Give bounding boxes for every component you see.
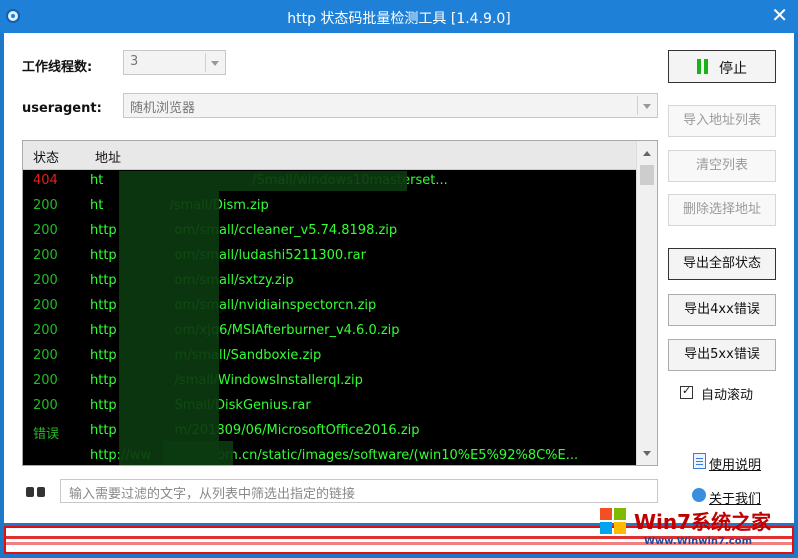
main-panel: 工作线程数: 3 useragent: 随机浏览器 状态 地址 404ht /S…	[4, 33, 794, 523]
row-status: 200	[33, 223, 58, 238]
filter-input[interactable]: 输入需要过滤的文字，从列表中筛选出指定的链接	[60, 479, 658, 503]
column-url[interactable]: 地址	[95, 147, 121, 166]
row-status: 200	[33, 348, 58, 363]
binoculars-icon	[26, 484, 46, 498]
row-status: 200	[33, 198, 58, 213]
list-row[interactable]: 200 http Small/DiskGenius.rar	[23, 394, 637, 419]
delete-selected-button[interactable]: 删除选择地址	[668, 194, 776, 226]
scroll-down-arrow[interactable]	[637, 443, 657, 463]
export-5xx-button[interactable]: 导出5xx错误	[668, 339, 776, 371]
import-list-button[interactable]: 导入地址列表	[668, 105, 776, 137]
scroll-thumb[interactable]	[640, 165, 654, 185]
row-status: 200	[33, 273, 58, 288]
list-row[interactable]: 200 http /small/WindowsInstallerql.zip	[23, 369, 637, 394]
list-rows: 404ht /Small/windows10masterset...200ht …	[23, 169, 637, 465]
useragent-select[interactable]: 随机浏览器	[123, 93, 658, 118]
list-header: 状态 地址	[23, 141, 637, 170]
row-status: 404	[33, 173, 58, 188]
row-status: 200	[33, 398, 58, 413]
title-bar: http 状态码批量检测工具 [1.4.9.0] ✕	[0, 0, 798, 33]
list-row[interactable]: 200 http om/small/sxtzy.zip	[23, 269, 637, 294]
list-row[interactable]: 错误 http m/201809/06/MicrosoftOffice2016.z…	[23, 419, 637, 444]
chevron-down-icon[interactable]	[637, 96, 655, 115]
url-list[interactable]: 状态 地址 404ht /Small/windows10masterset...…	[22, 140, 658, 466]
globe-icon	[692, 488, 706, 502]
scroll-up-arrow[interactable]	[637, 143, 657, 163]
auto-scroll-label: 自动滚动	[701, 388, 754, 403]
chevron-down-icon[interactable]	[205, 53, 223, 72]
close-button[interactable]: ✕	[771, 5, 788, 25]
auto-scroll-checkbox[interactable]	[680, 384, 693, 399]
row-status: 200	[33, 298, 58, 313]
export-all-button[interactable]: 导出全部状态	[668, 248, 776, 280]
list-row[interactable]: 200 http om/small/nvidiainspectorcn.zip	[23, 294, 637, 319]
useragent-label: useragent:	[22, 101, 102, 116]
redaction-block	[119, 171, 219, 465]
document-icon	[693, 453, 706, 469]
redaction-block	[163, 441, 233, 465]
row-status: 200	[33, 323, 58, 338]
help-link[interactable]: 使用说明	[709, 454, 761, 473]
clear-list-button[interactable]: 清空列表	[668, 150, 776, 182]
list-row[interactable]: http://ww om.cn/static/images/software/(…	[23, 444, 637, 465]
watermark-brand: Win7系统之家	[634, 510, 772, 534]
row-status: 200	[33, 373, 58, 388]
threads-value: 3	[130, 54, 139, 69]
watermark-url: Www.Winwin7.com	[644, 536, 753, 547]
column-status[interactable]: 状态	[33, 147, 59, 166]
stop-button[interactable]: 停止	[668, 50, 776, 83]
list-row[interactable]: 200 http om/small/ccleaner_v5.74.8198.zip	[23, 219, 637, 244]
stop-label: 停止	[719, 61, 747, 77]
row-status: 200	[33, 248, 58, 263]
window-title: http 状态码批量检测工具 [1.4.9.0]	[287, 11, 511, 27]
useragent-value: 随机浏览器	[130, 101, 196, 116]
export-4xx-button[interactable]: 导出4xx错误	[668, 294, 776, 326]
threads-label: 工作线程数:	[22, 60, 93, 75]
watermark: Win7系统之家 Www.Winwin7.com	[600, 504, 792, 554]
windows-logo-icon	[600, 508, 628, 536]
threads-select[interactable]: 3	[123, 50, 226, 75]
list-row[interactable]: 200 ht /small/Dism.zip	[23, 194, 637, 219]
redaction-block	[219, 171, 407, 191]
list-row[interactable]: 200 http m/small/Sandboxie.zip	[23, 344, 637, 369]
pause-icon	[697, 59, 701, 74]
list-row[interactable]: 200 http om/small/ludashi5211300.rar	[23, 244, 637, 269]
list-scrollbar[interactable]	[636, 141, 657, 465]
row-status: 错误	[33, 427, 60, 442]
list-row[interactable]: 200 http om/xjq6/MSIAfterburner_v4.6.0.zi…	[23, 319, 637, 344]
